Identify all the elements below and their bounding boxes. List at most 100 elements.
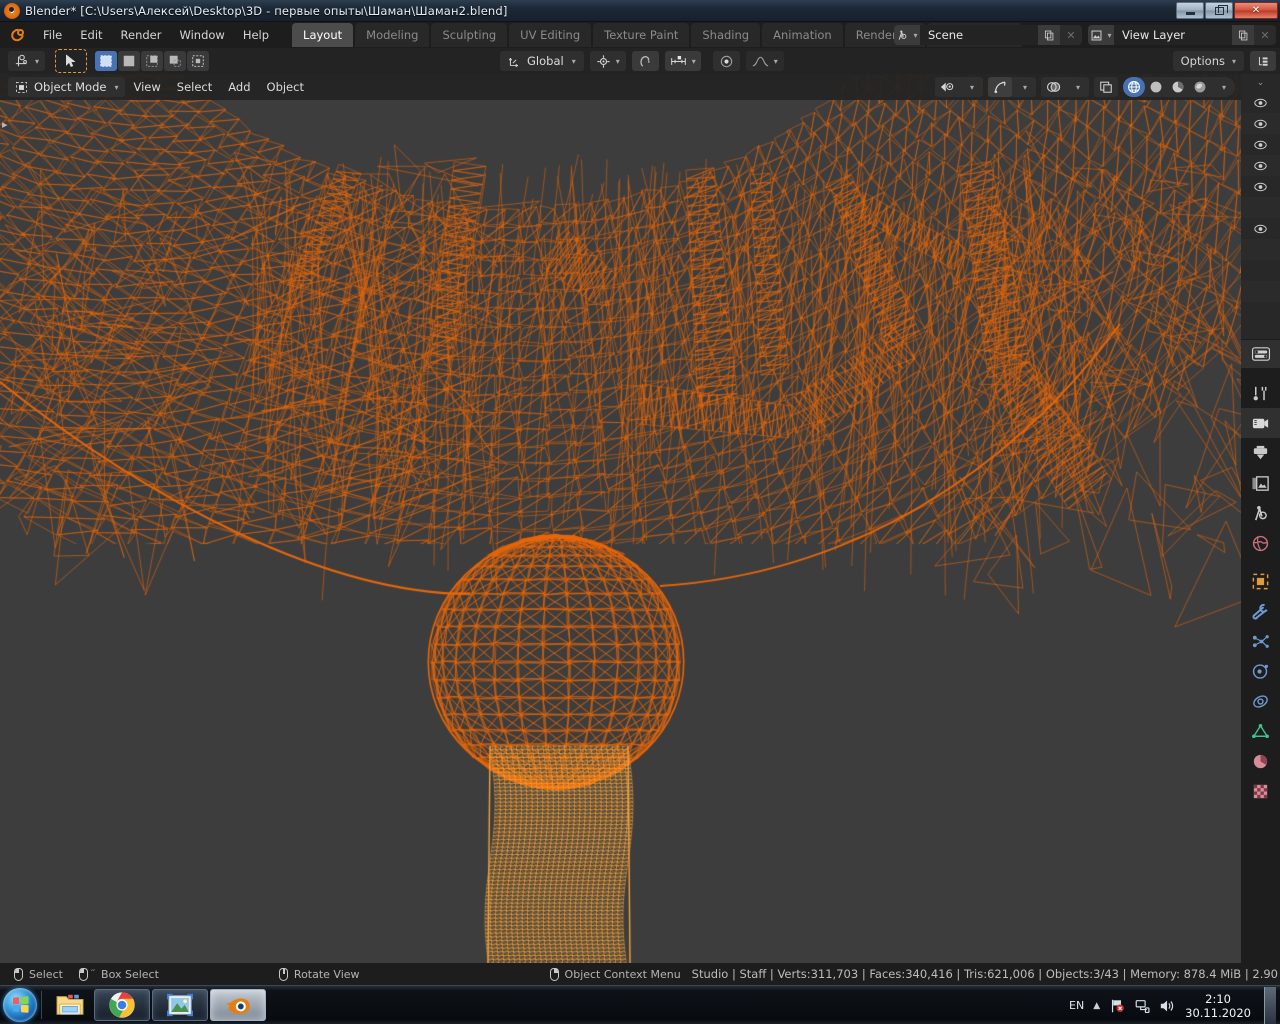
new-view-layer-button[interactable] — [1232, 25, 1254, 45]
outliner-row-3[interactable] — [1241, 134, 1280, 155]
properties-tab-modifier[interactable] — [1241, 596, 1280, 626]
object-types-chevron-icon[interactable]: ▾ — [959, 77, 983, 97]
tray-language-indicator[interactable]: EN — [1069, 999, 1084, 1012]
properties-tab-render[interactable] — [1241, 408, 1280, 438]
shading-solid-button[interactable] — [1145, 77, 1167, 97]
menu-edit[interactable]: Edit — [71, 25, 111, 45]
outliner-panel[interactable]: ⌄ — [1241, 74, 1280, 339]
menu-file[interactable]: File — [34, 25, 71, 45]
properties-tab-material[interactable] — [1241, 746, 1280, 776]
tray-network-icon[interactable] — [1134, 998, 1150, 1014]
pivot-point-selector[interactable]: ▾ — [590, 51, 626, 71]
start-button[interactable] — [3, 988, 37, 1022]
outliner-row-10[interactable] — [1241, 281, 1280, 302]
object-types-visibility-icon[interactable] — [935, 77, 959, 97]
select-invert-button[interactable] — [164, 51, 186, 71]
maximize-button[interactable] — [1205, 2, 1233, 19]
taskbar-item-photo-viewer[interactable] — [152, 989, 208, 1021]
taskbar-item-chrome[interactable] — [94, 989, 150, 1021]
snap-toggle-button[interactable] — [632, 51, 659, 71]
gizmo-group[interactable]: ▾ — [988, 77, 1036, 97]
snapping-settings[interactable]: ▾ — [665, 51, 701, 71]
workspace-tab-sculpting[interactable]: Sculpting — [431, 23, 507, 47]
toggle-xray-icon[interactable] — [1094, 77, 1118, 97]
taskbar-item-explorer[interactable] — [48, 989, 92, 1021]
3d-viewport[interactable]: Object Mode ▾ View Select Add Object ▾ — [0, 74, 1241, 963]
scene-icon[interactable]: ▾ — [894, 25, 920, 45]
workspace-tab-modeling[interactable]: Modeling — [355, 23, 429, 47]
properties-tab-world[interactable] — [1241, 528, 1280, 558]
shading-rendered-button[interactable] — [1189, 77, 1211, 97]
properties-tab-object-data[interactable] — [1241, 716, 1280, 746]
tray-expand-icon[interactable]: ▲ — [1093, 1001, 1100, 1011]
outliner-editor-type-button[interactable] — [1250, 51, 1276, 71]
select-intersect-button[interactable] — [187, 51, 209, 71]
outliner-row-2[interactable] — [1241, 113, 1280, 134]
viewport-menu-add[interactable]: Add — [220, 77, 258, 97]
viewport-options-button[interactable]: Options ▾ — [1173, 51, 1244, 71]
viewport-menu-object[interactable]: Object — [259, 77, 312, 97]
xray-group[interactable] — [1094, 77, 1118, 97]
workspace-tab-texture-paint[interactable]: Texture Paint — [593, 23, 689, 47]
shading-chevron-icon[interactable]: ▾ — [1211, 77, 1235, 97]
new-scene-button[interactable] — [1038, 25, 1060, 45]
scene-selector[interactable]: ▾ Scene ✕ — [894, 25, 1082, 45]
properties-tab-object[interactable] — [1241, 566, 1280, 596]
shading-wireframe-button[interactable] — [1123, 77, 1145, 97]
properties-tab-texture[interactable] — [1241, 776, 1280, 806]
outliner-row-11[interactable] — [1241, 302, 1280, 323]
overlays-group[interactable]: ▾ — [1041, 77, 1089, 97]
show-overlays-icon[interactable] — [1041, 77, 1065, 97]
outliner-row-1[interactable] — [1241, 92, 1280, 113]
shading-material-preview-button[interactable] — [1167, 77, 1189, 97]
transform-orientation-selector[interactable]: Global ▾ — [500, 51, 584, 71]
show-gizmo-icon[interactable] — [988, 77, 1012, 97]
outliner-row-8[interactable] — [1241, 239, 1280, 260]
menu-help[interactable]: Help — [234, 25, 278, 45]
close-button[interactable]: ✕ — [1234, 2, 1278, 19]
outliner-row-5[interactable] — [1241, 176, 1280, 197]
properties-panel[interactable] — [1241, 340, 1280, 963]
properties-tab-view-layer[interactable] — [1241, 468, 1280, 498]
workspace-tab-animation[interactable]: Animation — [762, 23, 843, 47]
tray-volume-icon[interactable] — [1159, 998, 1176, 1014]
proportional-editing-toggle[interactable] — [713, 51, 740, 71]
tweak-tool-button[interactable] — [55, 49, 87, 73]
gizmo-chevron-icon[interactable]: ▾ — [1012, 77, 1036, 97]
active-tool-icon[interactable]: ▾ — [8, 51, 45, 71]
outliner-row-9[interactable] — [1241, 260, 1280, 281]
outliner-row-4[interactable] — [1241, 155, 1280, 176]
object-visibility-group[interactable]: ▾ — [935, 77, 983, 97]
workspace-tab-shading[interactable]: Shading — [691, 23, 760, 47]
menu-render[interactable]: Render — [112, 25, 171, 45]
tray-action-center-icon[interactable] — [1109, 998, 1125, 1014]
overlays-chevron-icon[interactable]: ▾ — [1065, 77, 1089, 97]
menu-window[interactable]: Window — [170, 25, 233, 45]
properties-tab-scene[interactable] — [1241, 498, 1280, 528]
properties-tab-constraints[interactable] — [1241, 686, 1280, 716]
select-set-button[interactable] — [95, 51, 117, 71]
tray-clock[interactable]: 2:10 30.11.2020 — [1185, 992, 1251, 1020]
properties-tab-tool[interactable] — [1241, 378, 1280, 408]
properties-tab-output[interactable] — [1241, 438, 1280, 468]
blender-logo-icon[interactable] — [8, 26, 26, 44]
workspace-tab-uv-editing[interactable]: UV Editing — [509, 23, 591, 47]
minimize-button[interactable] — [1176, 2, 1204, 19]
view-layer-selector[interactable]: ▾ View Layer ✕ — [1088, 25, 1276, 45]
properties-tab-particles[interactable] — [1241, 626, 1280, 656]
outliner-row-6[interactable] — [1241, 197, 1280, 218]
select-extend-button[interactable] — [118, 51, 140, 71]
viewport-menu-view[interactable]: View — [125, 77, 168, 97]
delete-scene-button[interactable]: ✕ — [1060, 25, 1082, 45]
view-layer-name[interactable]: View Layer — [1114, 25, 1232, 45]
wireframe-mesh-canvas[interactable] — [0, 74, 1241, 963]
toolbar-expand-arrow-icon[interactable]: ▸ — [2, 118, 8, 131]
scene-name[interactable]: Scene — [920, 25, 1038, 45]
properties-editor-type-button[interactable] — [1241, 340, 1280, 368]
taskbar-item-blender[interactable] — [210, 989, 266, 1021]
viewport-menu-select[interactable]: Select — [169, 77, 220, 97]
view-layer-icon[interactable]: ▾ — [1088, 25, 1114, 45]
select-subtract-button[interactable] — [141, 51, 163, 71]
interaction-mode-selector[interactable]: Object Mode ▾ — [8, 77, 125, 97]
delete-view-layer-button[interactable]: ✕ — [1254, 25, 1276, 45]
